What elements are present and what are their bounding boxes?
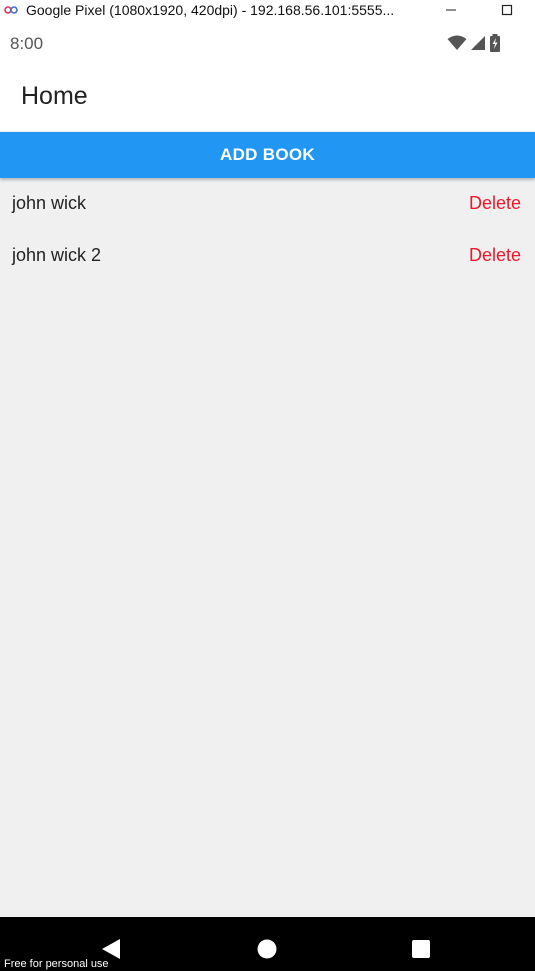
maximize-icon[interactable]: [479, 0, 535, 20]
watermark: Free for personal use: [4, 958, 109, 970]
wifi-icon: [447, 35, 467, 56]
status-bar: 8:00: [0, 20, 535, 66]
book-title: john wick: [12, 193, 87, 213]
book-list-item: john wick 2 Delete: [0, 230, 535, 282]
add-book-button[interactable]: ADD BOOK: [0, 132, 535, 178]
app-bar: Home: [0, 66, 535, 131]
cellular-signal-icon: [470, 35, 486, 56]
page-title: Home: [21, 82, 88, 110]
delete-button[interactable]: Delete: [469, 193, 521, 214]
recents-icon[interactable]: [409, 937, 433, 961]
book-title: john wick 2: [12, 245, 102, 265]
emulator-screen: Google Pixel (1080x1920, 420dpi) - 192.1…: [0, 0, 535, 971]
status-time: 8:00: [10, 34, 44, 53]
window-titlebar: Google Pixel (1080x1920, 420dpi) - 192.1…: [0, 0, 535, 20]
battery-charging-icon: [489, 34, 501, 57]
window-controls: [423, 0, 535, 20]
minimize-icon[interactable]: [423, 0, 479, 20]
delete-button[interactable]: Delete: [469, 245, 521, 266]
genymotion-logo-icon: [4, 5, 18, 15]
book-list-item: john wick Delete: [0, 178, 535, 230]
window-title: Google Pixel (1080x1920, 420dpi) - 192.1…: [26, 2, 395, 18]
home-icon[interactable]: [255, 937, 279, 961]
book-list: john wick Delete john wick 2 Delete: [0, 178, 535, 282]
status-icons: [447, 34, 501, 57]
